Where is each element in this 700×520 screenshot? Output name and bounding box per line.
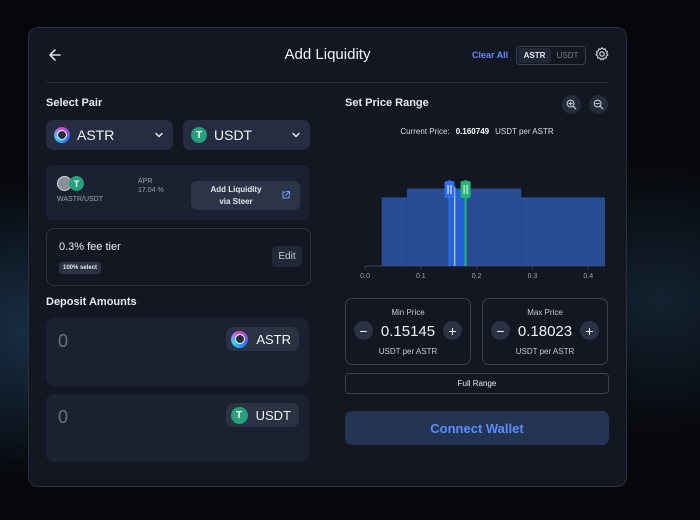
clear-all-button[interactable]: Clear All xyxy=(472,50,508,60)
fee-select-badge: 100% select xyxy=(59,262,102,274)
deposit-amount-input[interactable]: 0 xyxy=(58,331,68,352)
current-price-unit: USDT per ASTR xyxy=(495,127,554,136)
full-range-button[interactable]: Full Range xyxy=(345,373,609,394)
deposit-token-chip: ASTR xyxy=(226,327,299,351)
usdt-icon: T xyxy=(230,406,248,424)
max-price-box: Max Price − 0.18023 + USDT per ASTR xyxy=(482,298,608,365)
select-pair-label: Select Pair xyxy=(46,97,103,109)
max-range-handle xyxy=(460,181,471,198)
token-a-select[interactable]: ASTR xyxy=(46,120,173,150)
astr-icon xyxy=(54,127,70,143)
add-liquidity-steer-button[interactable]: Add Liquidity via Steer xyxy=(191,181,300,210)
chevron-down-icon xyxy=(155,132,163,138)
min-price-box: Min Price − 0.15145 + USDT per ASTR xyxy=(345,298,471,365)
zoom-in-button[interactable] xyxy=(562,95,581,114)
deposit-usdt: 0 T USDT xyxy=(46,394,309,462)
x-tick-label: 0.1 xyxy=(416,273,426,280)
deposit-token-name: USDT xyxy=(255,407,291,423)
fee-tier-title: 0.3% fee tier xyxy=(59,241,121,253)
deposit-amounts-label: Deposit Amounts xyxy=(46,296,137,308)
min-range-handle xyxy=(444,181,455,198)
chevron-down-icon xyxy=(292,132,300,138)
external-link-icon xyxy=(282,190,291,199)
token-b-select[interactable]: T USDT xyxy=(183,120,310,150)
steer-button-line2: via Steer xyxy=(219,197,253,206)
liquidity-bar xyxy=(521,197,605,266)
deposit-token-chip: T USDT xyxy=(225,403,299,427)
x-tick-label: 0.2 xyxy=(472,273,482,280)
liquidity-chart-svg: 0.0 0.1 0.2 0.3 0.4 xyxy=(360,180,605,280)
steer-button-line1: Add Liquidity xyxy=(210,185,262,194)
toggle-astr[interactable]: ASTR xyxy=(518,48,551,63)
edit-fee-button[interactable]: Edit xyxy=(272,246,302,267)
x-tick-label: 0.4 xyxy=(583,273,593,280)
add-liquidity-panel: Add Liquidity Clear All ASTR USDT Select… xyxy=(28,27,627,487)
min-price-unit: USDT per ASTR xyxy=(378,347,438,356)
min-price-increment-button[interactable]: + xyxy=(443,321,462,340)
zoom-out-button[interactable] xyxy=(589,95,608,114)
x-tick-label: 0.3 xyxy=(528,273,538,280)
deposit-token-name: ASTR xyxy=(256,331,291,347)
zoom-in-icon xyxy=(566,99,577,110)
set-price-range-label: Set Price Range xyxy=(345,97,429,109)
min-price-label: Min Price xyxy=(391,308,425,317)
selected-range xyxy=(449,188,466,266)
liquidity-bar xyxy=(381,197,407,266)
usdt-icon: T xyxy=(69,176,84,191)
token-toggle: ASTR USDT xyxy=(516,46,586,65)
zoom-out-icon xyxy=(593,99,604,110)
token-a-name: ASTR xyxy=(77,127,115,143)
current-price-value: 0.160749 xyxy=(455,127,490,136)
liquidity-chart[interactable]: 0.0 0.1 0.2 0.3 0.4 xyxy=(345,148,609,283)
apr-label: APR xyxy=(138,178,153,185)
x-tick-label: 0.0 xyxy=(360,273,370,280)
connect-wallet-button[interactable]: Connect Wallet xyxy=(345,411,609,445)
fee-tier-card: 0.3% fee tier 100% select Edit xyxy=(46,228,311,286)
deposit-amount-input[interactable]: 0 xyxy=(58,407,68,428)
pair-icons: T xyxy=(57,176,84,191)
max-price-increment-button[interactable]: + xyxy=(580,321,599,340)
header: Add Liquidity Clear All ASTR USDT xyxy=(29,28,626,84)
token-b-name: USDT xyxy=(214,127,253,143)
current-price: Current Price: 0.160749 USDT per ASTR xyxy=(345,127,609,136)
max-price-label: Max Price xyxy=(527,308,563,317)
current-price-label: Current Price: xyxy=(400,127,450,136)
gear-icon[interactable] xyxy=(594,46,610,62)
deposit-astr: 0 ASTR xyxy=(46,318,309,386)
usdt-icon: T xyxy=(191,127,207,143)
astr-icon xyxy=(231,330,249,348)
header-divider xyxy=(46,82,609,83)
max-price-unit: USDT per ASTR xyxy=(515,347,575,356)
steer-pair-name: WASTR/USDT xyxy=(57,196,104,203)
toggle-usdt[interactable]: USDT xyxy=(551,48,584,63)
apr-value: 17.04 % xyxy=(138,187,164,194)
steer-vault-card: T WASTR/USDT APR 17.04 % Add Liquidity v… xyxy=(46,165,309,220)
